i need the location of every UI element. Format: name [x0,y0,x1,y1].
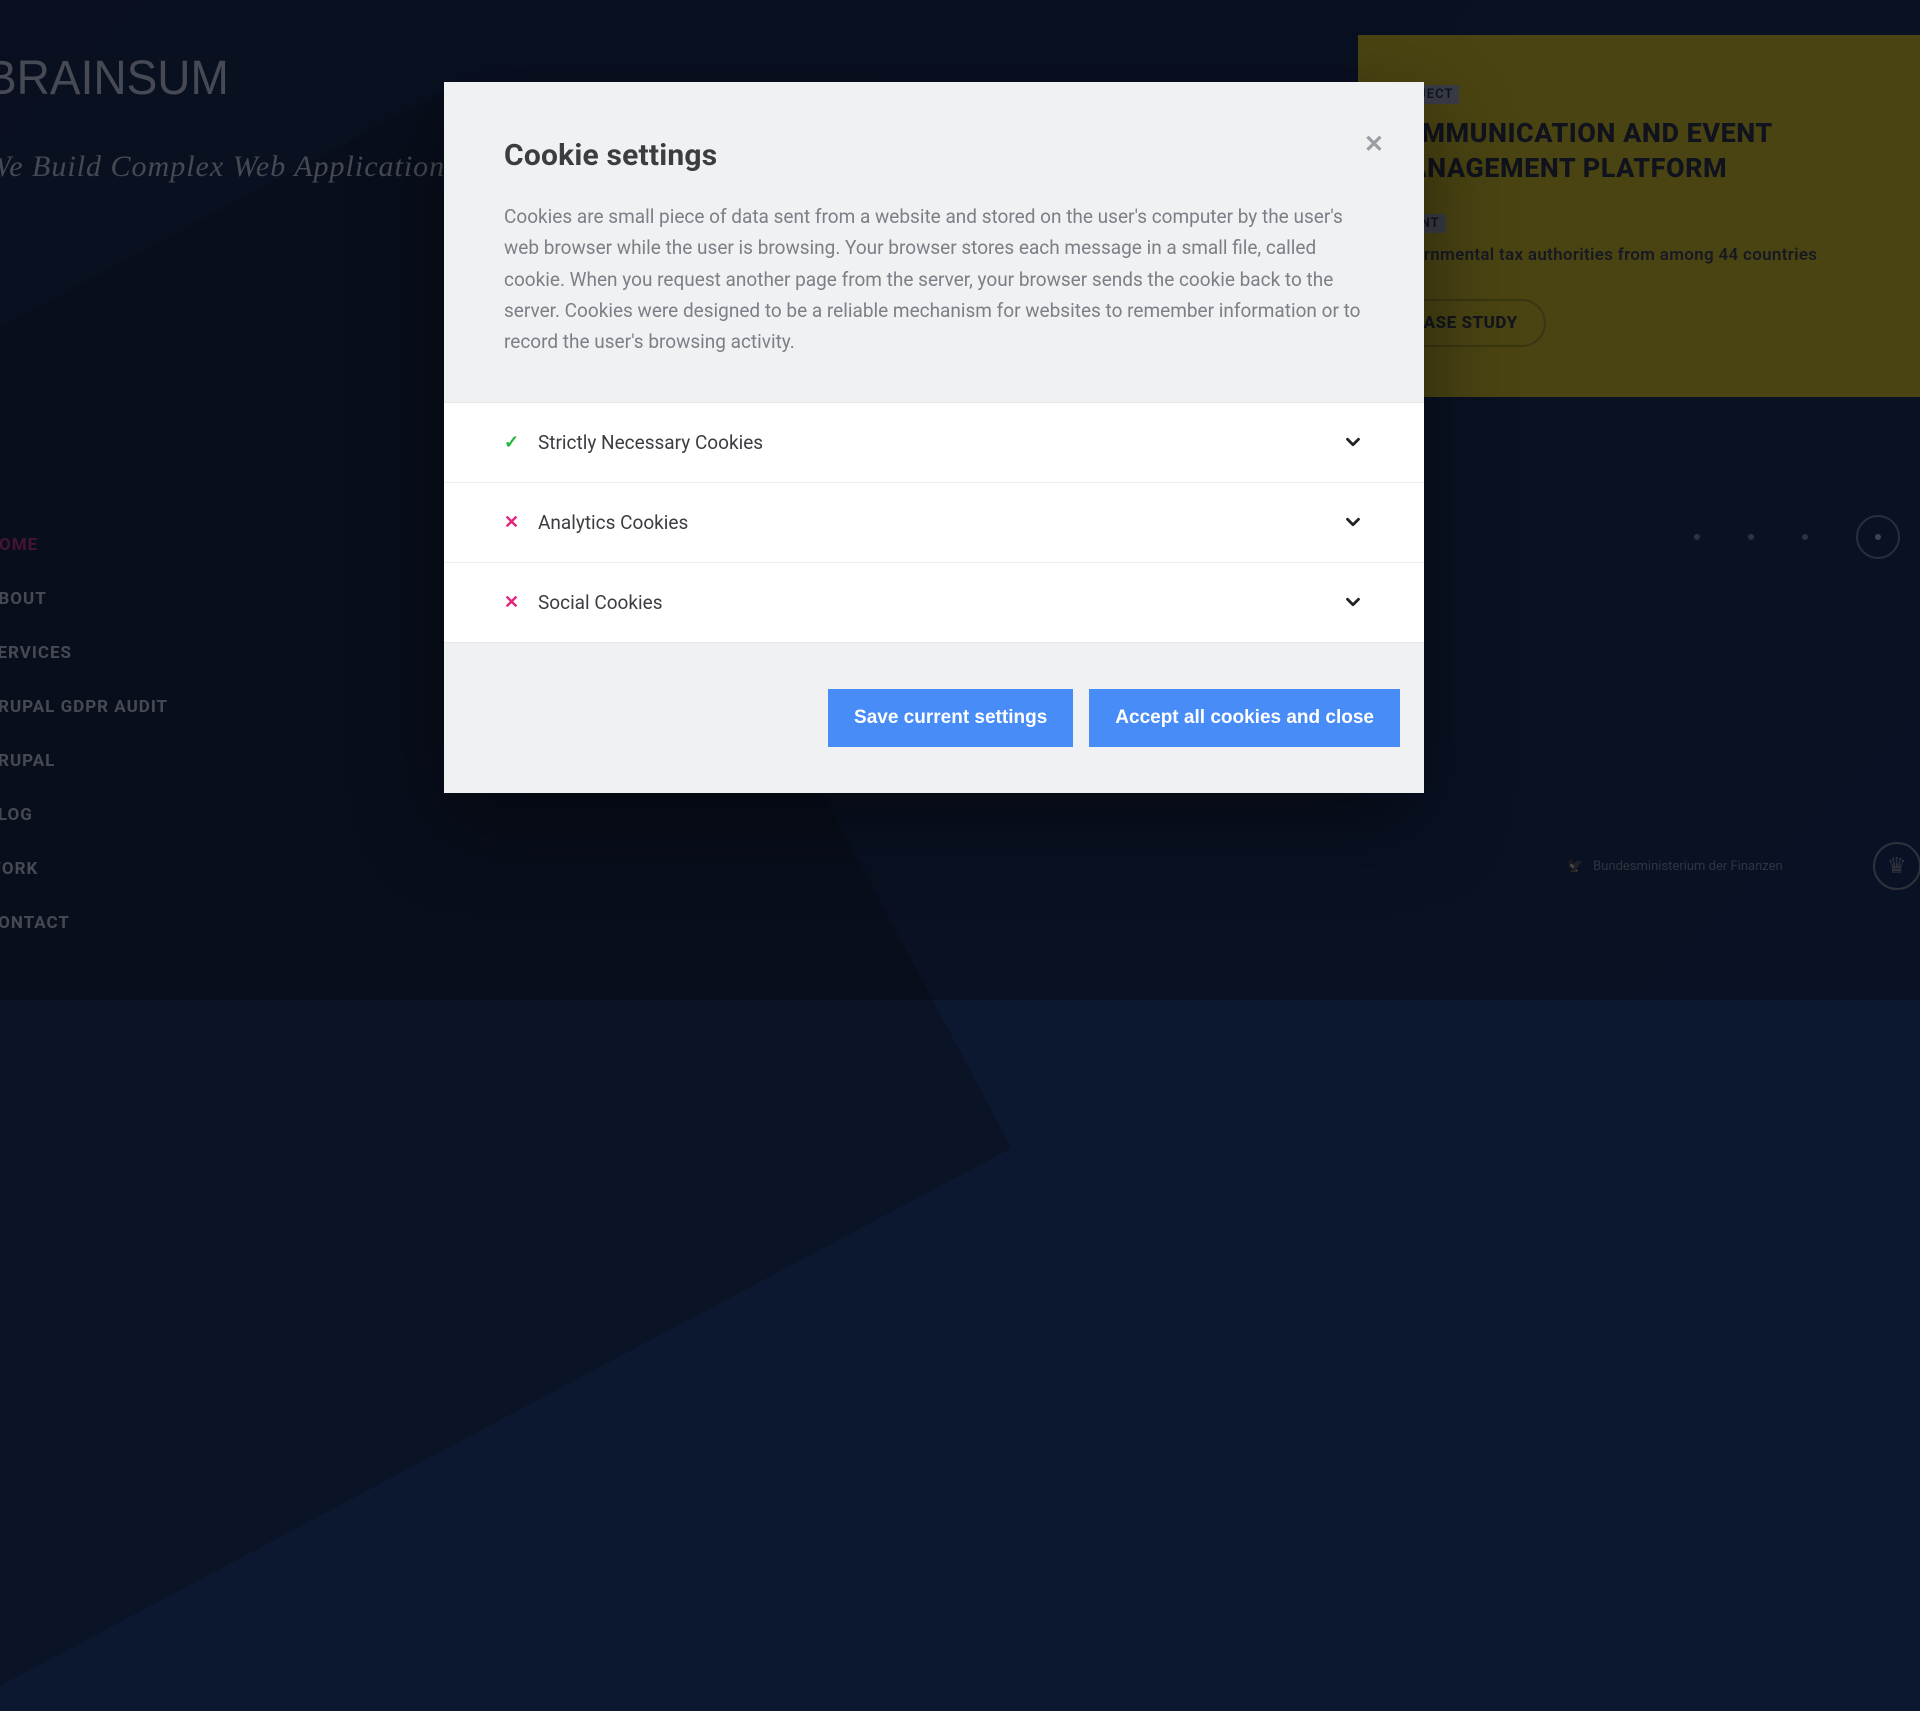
cookie-category-strictly-necessary[interactable]: ✓ Strictly Necessary Cookies [444,402,1424,482]
category-label: Social Cookies [528,591,1342,614]
cookie-category-analytics[interactable]: ✕ Analytics Cookies [444,482,1424,562]
cookie-category-social[interactable]: ✕ Social Cookies [444,562,1424,642]
modal-description: Cookies are small piece of data sent fro… [504,201,1364,358]
cookie-categories: ✓ Strictly Necessary Cookies ✕ Analytics… [444,402,1424,642]
check-icon: ✓ [504,432,528,453]
category-label: Analytics Cookies [528,511,1342,534]
cross-icon: ✕ [504,592,528,613]
chevron-down-icon [1342,591,1364,613]
modal-title: Cookie settings [504,138,1364,173]
chevron-down-icon [1342,431,1364,453]
category-label: Strictly Necessary Cookies [528,431,1342,454]
close-icon[interactable]: ✕ [1364,130,1384,158]
modal-footer: Save current settings Accept all cookies… [444,642,1424,793]
save-settings-button[interactable]: Save current settings [828,689,1073,747]
accept-all-button[interactable]: Accept all cookies and close [1089,689,1400,747]
chevron-down-icon [1342,511,1364,533]
cookie-settings-modal: ✕ Cookie settings Cookies are small piec… [444,82,1424,793]
modal-header: ✕ Cookie settings Cookies are small piec… [444,82,1424,402]
cross-icon: ✕ [504,512,528,533]
